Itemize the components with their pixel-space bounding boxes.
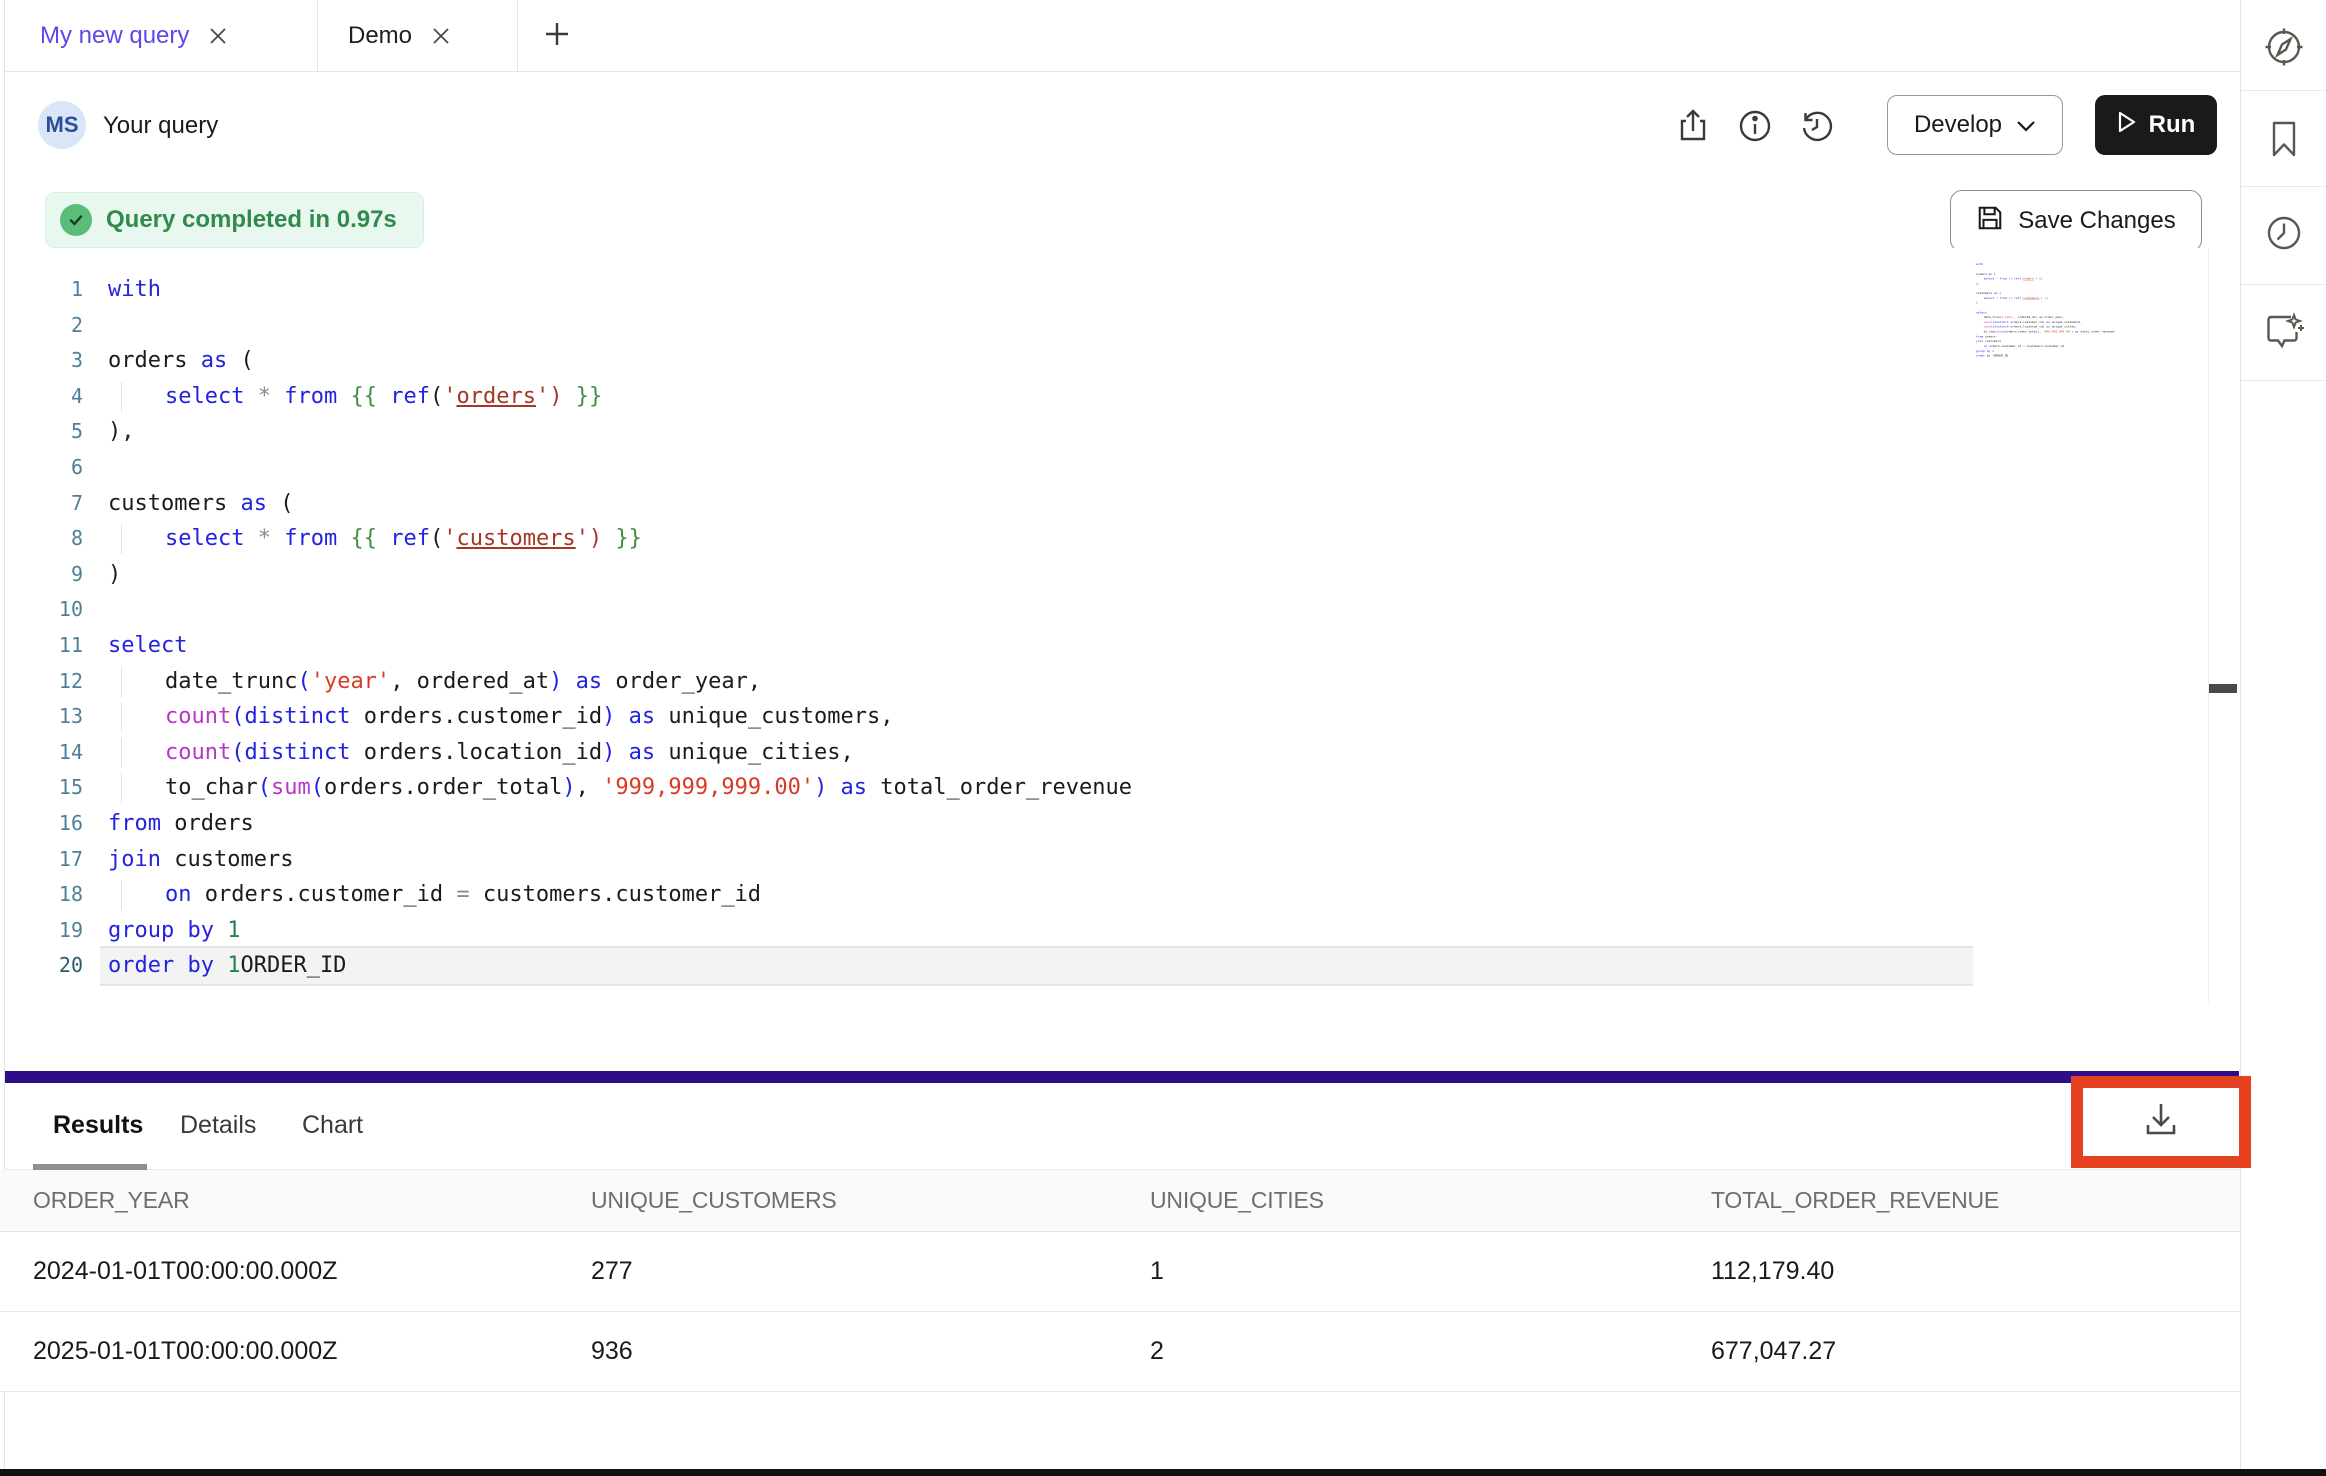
check-circle-icon (60, 204, 92, 236)
code-line[interactable]: from orders (108, 806, 1132, 842)
sidebar-divider (2241, 284, 2326, 285)
table-cell: 936 (591, 1337, 1150, 1366)
results-tab-bar: Results Details Chart (5, 1083, 2239, 1170)
app-window: My new query Demo MS Your query (0, 0, 2326, 1476)
tab-bar: My new query Demo (5, 0, 2240, 72)
code-line[interactable] (108, 308, 1132, 344)
column-header: UNIQUE_CUSTOMERS (591, 1187, 1150, 1214)
editor-gutter: 1234567891011121314151617181920 (10, 272, 83, 984)
run-button[interactable]: Run (2095, 95, 2217, 155)
info-icon[interactable] (1735, 106, 1775, 146)
compass-icon[interactable] (2241, 18, 2326, 76)
table-cell: 277 (591, 1257, 1150, 1286)
code-line[interactable]: on orders.customer_id = customers.custom… (108, 877, 1132, 913)
sidebar-divider (2241, 186, 2326, 187)
code-line[interactable]: count(distinct orders.customer_id) as un… (108, 699, 1132, 735)
results-tab-details[interactable]: Details (180, 1111, 256, 1140)
tab-label: Demo (348, 22, 412, 50)
download-icon (2139, 1098, 2183, 1147)
play-icon (2117, 111, 2137, 140)
editor-code[interactable]: with orders as (select * from {{ ref('or… (108, 272, 1132, 984)
code-line[interactable]: ), (108, 414, 1132, 450)
query-header: MS Your query Develop (5, 72, 2240, 168)
bookmark-icon[interactable] (2241, 110, 2326, 168)
sidebar-divider (2241, 380, 2326, 381)
code-line[interactable]: select (108, 628, 1132, 664)
results-tab-chart[interactable]: Chart (302, 1111, 363, 1140)
column-header: TOTAL_ORDER_REVENUE (1711, 1187, 2240, 1214)
scrollbar-thumb[interactable] (2209, 684, 2237, 693)
tab-my-new-query[interactable]: My new query (10, 0, 318, 72)
scrollbar-track (2208, 248, 2209, 1002)
column-header: UNIQUE_CITIES (1150, 1187, 1711, 1214)
code-line[interactable]: select * from {{ ref('orders') }} (108, 379, 1132, 415)
code-line[interactable]: count(distinct orders.location_id) as un… (108, 735, 1132, 771)
code-line[interactable]: group by 1 (108, 913, 1132, 949)
tab-divider (517, 0, 518, 72)
save-label: Save Changes (2018, 207, 2175, 235)
plus-icon (543, 20, 571, 53)
save-changes-button[interactable]: Save Changes (1950, 190, 2202, 252)
share-icon[interactable] (1673, 106, 1713, 146)
new-tab-button[interactable] (523, 0, 591, 72)
code-line[interactable]: join customers (108, 842, 1132, 878)
clock-icon[interactable] (2241, 204, 2326, 262)
code-line[interactable]: order by 1ORDER_ID (1976, 353, 2136, 358)
tab-demo[interactable]: Demo (318, 0, 518, 72)
code-line[interactable]: to_char(sum(orders.order_total), '999,99… (108, 770, 1132, 806)
code-line[interactable]: select * from {{ ref('customers') }} (108, 521, 1132, 557)
table-cell: 2025-01-01T00:00:00.000Z (33, 1337, 591, 1366)
close-icon[interactable] (207, 25, 229, 47)
code-line[interactable]: ) (108, 557, 1132, 593)
table-cell: 1 (1150, 1257, 1711, 1286)
download-button[interactable] (2139, 1100, 2183, 1144)
floppy-icon (1976, 204, 2004, 239)
code-line[interactable]: with (108, 272, 1132, 308)
sidebar-divider (2241, 90, 2326, 91)
table-cell: 2 (1150, 1337, 1711, 1366)
window-bottom-edge (0, 1469, 2326, 1476)
history-icon[interactable] (1797, 106, 1837, 146)
code-line[interactable]: orders as ( (108, 343, 1132, 379)
code-line[interactable]: to_char(sum(orders.order_total), '999,99… (1976, 329, 2136, 334)
panel-resize-divider[interactable] (5, 1071, 2239, 1083)
editor-minimap[interactable]: with orders as (select * from {{ ref('or… (1976, 262, 2136, 366)
code-line[interactable]: order by 1ORDER_ID (108, 948, 1132, 984)
table-header-row: ORDER_YEARUNIQUE_CUSTOMERSUNIQUE_CITIEST… (0, 1170, 2240, 1232)
develop-label: Develop (1914, 111, 2002, 139)
column-header: ORDER_YEAR (33, 1187, 591, 1214)
chevron-down-icon (2016, 111, 2036, 139)
table-cell: 677,047.27 (1711, 1337, 2240, 1366)
code-line[interactable] (108, 450, 1132, 486)
code-line[interactable] (108, 592, 1132, 628)
ai-chat-icon[interactable] (2241, 302, 2326, 360)
status-badge: Query completed in 0.97s (45, 192, 424, 248)
code-line[interactable]: customers as ( (108, 486, 1132, 522)
sql-editor[interactable]: 1234567891011121314151617181920 with ord… (5, 248, 2240, 1071)
right-sidebar (2240, 0, 2326, 1470)
status-message: Query completed in 0.97s (106, 206, 397, 234)
close-icon[interactable] (430, 25, 452, 47)
table-cell: 2024-01-01T00:00:00.000Z (33, 1257, 591, 1286)
table-row: 2024-01-01T00:00:00.000Z2771112,179.40 (0, 1232, 2240, 1312)
results-tab-results[interactable]: Results (53, 1111, 143, 1140)
tab-label: My new query (40, 22, 189, 50)
table-cell: 112,179.40 (1711, 1257, 2240, 1286)
run-label: Run (2149, 111, 2196, 139)
annotation-highlight-box (2071, 1076, 2251, 1168)
table-body: 2024-01-01T00:00:00.000Z2771112,179.4020… (0, 1232, 2240, 1392)
code-line[interactable]: date_trunc('year', ordered_at) as order_… (108, 664, 1132, 700)
avatar[interactable]: MS (38, 101, 86, 149)
table-row: 2025-01-01T00:00:00.000Z9362677,047.27 (0, 1312, 2240, 1392)
results-table: ORDER_YEARUNIQUE_CUSTOMERSUNIQUE_CITIEST… (0, 1170, 2240, 1392)
develop-dropdown[interactable]: Develop (1887, 95, 2063, 155)
page-title: Your query (103, 112, 218, 140)
